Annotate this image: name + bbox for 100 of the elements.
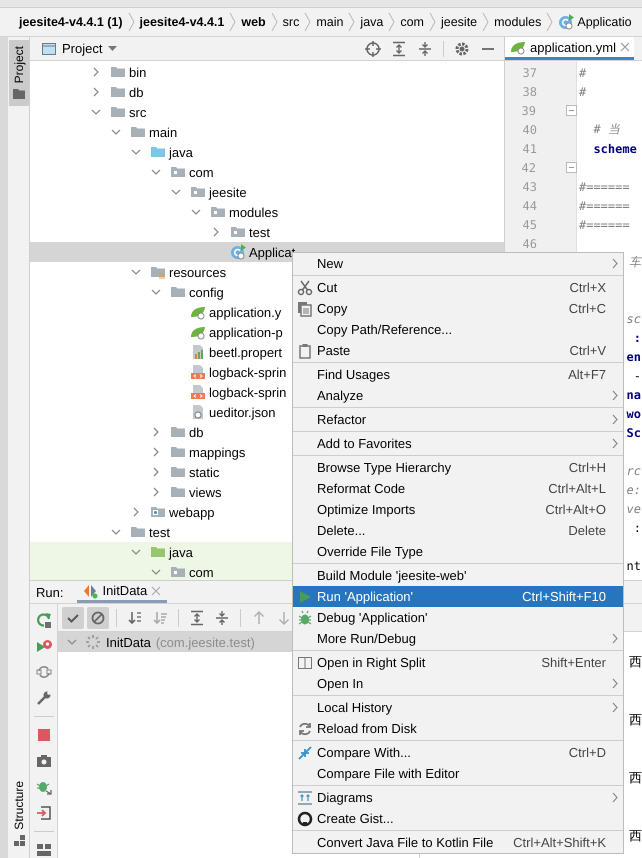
breadcrumb-item[interactable]: src xyxy=(282,15,300,29)
toggle-auto-test-icon[interactable] xyxy=(36,664,52,680)
console-line: 西 xyxy=(629,769,642,787)
code-line: - xyxy=(634,368,642,385)
tree-item[interactable]: com xyxy=(30,162,504,182)
breadcrumb-item[interactable]: main xyxy=(316,15,344,29)
console-line: 西 xyxy=(629,827,642,845)
breadcrumb-item[interactable]: com xyxy=(400,15,424,29)
stop-icon[interactable] xyxy=(36,727,52,743)
ban-icon xyxy=(90,610,106,626)
web-folder-icon xyxy=(150,504,166,520)
menu-item[interactable]: Compare File with Editor xyxy=(293,763,623,784)
chevron-icon xyxy=(428,12,436,32)
collapse-all-icon[interactable] xyxy=(417,40,433,56)
menu-item[interactable]: Local History xyxy=(293,697,623,718)
menu-item[interactable]: Debug 'Application' xyxy=(293,607,623,628)
menu-item[interactable]: Analyze xyxy=(293,385,623,406)
folder-icon xyxy=(110,64,126,80)
breadcrumb-item[interactable]: jeesite xyxy=(440,15,478,29)
folder-icon xyxy=(170,284,186,300)
line-number: 37 xyxy=(522,66,537,80)
chevron-icon xyxy=(128,12,135,32)
panel-title: Run: xyxy=(36,584,64,600)
menu-item[interactable]: Delete... Delete xyxy=(293,520,623,541)
rerun-icon[interactable] xyxy=(36,612,52,628)
menu-item[interactable]: Browse Type Hierarchy Ctrl+H xyxy=(293,457,623,478)
package-icon xyxy=(210,204,226,220)
menu-item[interactable]: Add to Favorites xyxy=(293,433,623,454)
chevron-icon xyxy=(482,12,490,32)
breadcrumb-item[interactable]: java xyxy=(360,15,384,29)
rerun-failed-icon[interactable] xyxy=(36,638,52,654)
menu-item[interactable]: Convert Java File to Kotlin File Ctrl+Alt+Shift+K xyxy=(293,832,623,853)
menu-item[interactable]: Copy Path/Reference... xyxy=(293,319,623,340)
menu-item[interactable]: Compare With... Ctrl+D xyxy=(293,742,623,763)
menu-item[interactable]: Run 'Application' Ctrl+Shift+F10 xyxy=(293,586,623,607)
menu-item[interactable]: Open in Right Split Shift+Enter xyxy=(293,652,623,673)
menu-item[interactable]: Create Gist... xyxy=(293,808,623,829)
menu-item[interactable]: Diagrams xyxy=(293,787,623,808)
breadcrumb-item[interactable]: web xyxy=(241,15,266,29)
tree-item[interactable]: bin xyxy=(30,62,504,82)
structure-icon xyxy=(14,835,24,846)
caret-icon[interactable] xyxy=(108,46,118,51)
fold-icon[interactable] xyxy=(566,162,577,173)
wrench-icon[interactable] xyxy=(36,690,52,706)
breadcrumb-item[interactable]: Applicatio xyxy=(558,14,632,30)
console-line: 西 xyxy=(629,653,642,671)
tree-item[interactable]: db xyxy=(30,82,504,102)
tool-window-tab[interactable]: Structure xyxy=(9,775,29,852)
code-line: # 当 xyxy=(592,121,621,138)
shortcut-label: Delete xyxy=(568,523,606,538)
tree-item[interactable]: test xyxy=(30,222,504,242)
folder-icon xyxy=(170,484,186,500)
breadcrumb-item[interactable]: modules xyxy=(494,15,542,29)
settings-icon[interactable] xyxy=(454,40,470,56)
check-button[interactable] xyxy=(62,606,84,628)
fold-icon[interactable] xyxy=(566,105,577,116)
close-icon[interactable] xyxy=(151,586,162,596)
tree-item[interactable]: jeesite xyxy=(30,182,504,202)
breadcrumb-item[interactable]: jeesite4-v4.4.1 xyxy=(140,15,224,29)
menu-item[interactable]: Cut Ctrl+X xyxy=(293,277,623,298)
menu-item[interactable]: Open In xyxy=(293,673,623,694)
folder-icon xyxy=(130,524,146,540)
chevron-icon xyxy=(270,12,278,32)
breadcrumb-item[interactable]: jeesite4-v4.4.1 (1) xyxy=(19,15,123,29)
menu-item[interactable]: Optimize Imports Ctrl+Alt+O xyxy=(293,499,623,520)
run-tab[interactable]: InitData xyxy=(77,581,168,603)
chevron-icon xyxy=(229,12,236,32)
close-icon[interactable] xyxy=(620,42,630,52)
import-icon[interactable] xyxy=(36,805,52,821)
menu-item[interactable]: Refactor xyxy=(293,409,623,430)
bug-export-icon[interactable] xyxy=(36,779,52,795)
menu-item[interactable]: Reformat Code Ctrl+Alt+L xyxy=(293,478,623,499)
layout-icon[interactable] xyxy=(36,842,52,858)
tree-item[interactable]: src xyxy=(30,102,504,122)
line-number: 46 xyxy=(522,236,537,250)
tree-item[interactable]: java xyxy=(30,142,504,162)
tool-window-tab[interactable]: Project xyxy=(9,40,29,106)
target-icon[interactable] xyxy=(365,40,381,56)
ban-button[interactable] xyxy=(87,606,109,628)
chevron-icon xyxy=(348,12,356,32)
shortcut-label: Ctrl+V xyxy=(570,343,606,358)
package-icon xyxy=(190,184,206,200)
expand-all-icon[interactable] xyxy=(391,40,407,56)
code-line: Sc xyxy=(626,425,642,442)
tree-item[interactable]: main xyxy=(30,122,504,142)
scissors-icon xyxy=(297,280,313,296)
menu-item[interactable]: Reload from Disk xyxy=(293,718,623,739)
tree-item[interactable]: modules xyxy=(30,202,504,222)
code-line: sc xyxy=(626,311,642,328)
collapse-all-icon xyxy=(214,610,230,626)
resources-folder-icon xyxy=(150,264,166,280)
package-icon xyxy=(170,164,186,180)
menu-item[interactable]: Copy Ctrl+C xyxy=(293,298,623,319)
spring-file-icon xyxy=(510,39,526,55)
compare-icon xyxy=(297,744,313,760)
camera-icon[interactable] xyxy=(36,753,52,769)
menu-item[interactable]: Paste Ctrl+V xyxy=(293,340,623,361)
line-number: 41 xyxy=(522,142,537,156)
menu-item[interactable]: Find Usages Alt+F7 xyxy=(293,364,623,385)
editor-tab[interactable]: application.yml xyxy=(505,37,634,60)
